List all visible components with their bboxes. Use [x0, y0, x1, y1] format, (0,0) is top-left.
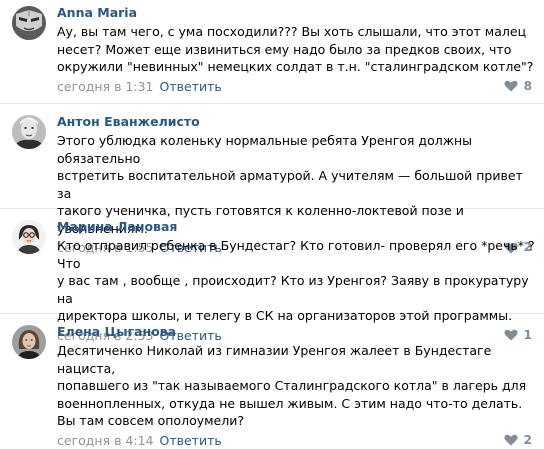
- like-count: 2: [523, 432, 532, 447]
- bw-portrait-icon: [12, 115, 46, 149]
- reply-link[interactable]: Ответить: [160, 79, 222, 94]
- comment-meta: сегодня в 4:14 Ответить 2: [57, 432, 536, 449]
- avatar[interactable]: [12, 115, 46, 149]
- comment-author[interactable]: Елена Цыганова: [57, 323, 536, 340]
- comment-text-line: Ау, вы там чего, с ума посходили??? Вы х…: [57, 24, 527, 39]
- comment-text: Кто отправил ребенка в Бундестаг? Кто го…: [57, 237, 536, 325]
- avatar[interactable]: [12, 325, 46, 359]
- heart-icon: [504, 434, 518, 446]
- avatar[interactable]: [12, 6, 46, 40]
- heart-icon: [504, 80, 518, 92]
- comment-text-line: у вас там , вообще , происходит? Кто из …: [57, 273, 529, 306]
- comment-text: Ау, вы там чего, с ума посходили??? Вы х…: [57, 23, 536, 76]
- woman-portrait-icon: [12, 325, 46, 359]
- comment-text-line: Этого ублюдка коленьку нормальные ребята…: [57, 133, 473, 166]
- reply-link[interactable]: Ответить: [160, 433, 222, 448]
- comments-list: Anna Maria Ау, вы там чего, с ума посход…: [0, 0, 544, 448]
- comment-text-line: встретить воспитательной арматурой. А уч…: [57, 168, 523, 201]
- comment-text-line: несет? Может еще извиниться ему надо был…: [57, 41, 512, 57]
- like-button[interactable]: 2: [504, 432, 532, 449]
- comment-meta: сегодня в 1:31 Ответить 8: [57, 78, 536, 95]
- comment-author[interactable]: Anna Maria: [57, 4, 536, 21]
- comment-text-line: Десятиченко Николай из гимназии Уренгоя …: [57, 343, 492, 376]
- masked-face-icon: [12, 6, 46, 40]
- comment-text-line: окружили "невинных" немецких солдат в т.…: [57, 59, 534, 74]
- comment-author[interactable]: Марина Лановая: [57, 218, 536, 235]
- woman-glasses-icon: [12, 220, 46, 254]
- comment-item: Елена Цыганова Десятиченко Николай из ги…: [0, 314, 544, 448]
- comment-author[interactable]: Антон Еванжелисто: [57, 113, 536, 130]
- like-button[interactable]: 8: [504, 78, 532, 95]
- comment-date[interactable]: сегодня в 1:31: [57, 79, 154, 94]
- comment-item: Марина Лановая Кто отправил ребенка в Бу…: [0, 209, 544, 343]
- comment-text: Десятиченко Николай из гимназии Уренгоя …: [57, 342, 536, 430]
- comment-text-line: военнопленных, откуда не вышел живым. С …: [57, 395, 523, 411]
- comment-date[interactable]: сегодня в 4:14: [57, 433, 154, 448]
- avatar[interactable]: [12, 220, 46, 254]
- comment-text-line: попавшего из "так называемого Сталинград…: [57, 378, 527, 393]
- like-count: 8: [523, 78, 532, 93]
- comment-item: Антон Еванжелисто Этого ублюдка коленьку…: [0, 104, 544, 255]
- comment-text-line: Кто отправил ребенка в Бундестаг? Кто го…: [57, 238, 535, 271]
- comment-text-line: Вы там совсем ополоумели?: [57, 413, 244, 428]
- comment-item: Anna Maria Ау, вы там чего, с ума посход…: [0, 0, 544, 104]
